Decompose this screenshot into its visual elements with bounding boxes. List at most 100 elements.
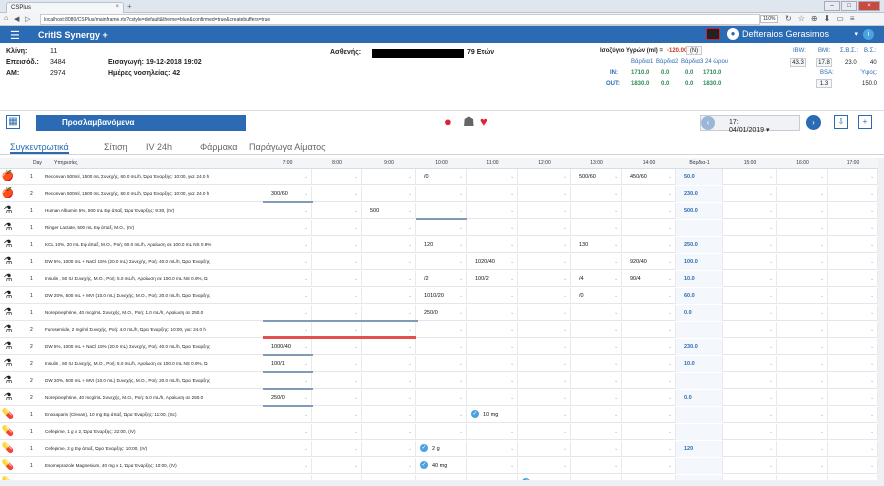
table-row[interactable]: 💊 1 Cefepime, 2 g Εφ άπαξ, Ώρα Έναρξης: 10… [0, 441, 878, 457]
cell-dropdown-icon[interactable]: ⌄ [354, 259, 358, 265]
cell-dropdown-icon[interactable]: ⌄ [668, 361, 672, 367]
cell-dropdown-icon[interactable]: ⌄ [820, 429, 824, 435]
cell-dropdown-icon[interactable]: ⌄ [510, 191, 514, 197]
cell-dropdown-icon[interactable]: ⌄ [870, 293, 874, 299]
cell-dropdown-icon[interactable]: ⌄ [304, 446, 308, 452]
table-row[interactable]: ⚗ 1 DW 20%, 500 mL + MVI (10.0 mL) Συνεχής… [0, 288, 878, 304]
cell-dropdown-icon[interactable]: ⌄ [870, 327, 874, 333]
cell-dropdown-icon[interactable]: ⌄ [408, 327, 412, 333]
table-row[interactable]: 💊 1 Enoxaparin (Clexan), 10 mg Εφ άπαξ, Ώρ… [0, 407, 878, 423]
grid-view-icon[interactable]: ▦ [6, 115, 20, 129]
cell-dropdown-icon[interactable]: ⌄ [304, 276, 308, 282]
cell-dropdown-icon[interactable]: ⌄ [820, 344, 824, 350]
cell-dropdown-icon[interactable]: ⌄ [510, 174, 514, 180]
cell-dropdown-icon[interactable]: ⌄ [563, 191, 567, 197]
url-input[interactable]: localhost:8080/CSPlus/mainframe.rtx?csty… [40, 14, 760, 25]
cell-dropdown-icon[interactable]: ⌄ [354, 208, 358, 214]
cell-dropdown-icon[interactable]: ⌄ [354, 174, 358, 180]
cell-dropdown-icon[interactable]: ⌄ [459, 174, 463, 180]
next-date-icon[interactable]: › [806, 115, 821, 130]
cell-dropdown-icon[interactable]: ⌄ [459, 344, 463, 350]
cell-dropdown-icon[interactable]: ⌄ [668, 463, 672, 469]
table-row[interactable]: ⚗ 1 Human Albumin 5%, 500 mL Εφ άπαξ, Ώρα … [0, 203, 878, 219]
cell-dropdown-icon[interactable]: ⌄ [614, 429, 618, 435]
cell-dropdown-icon[interactable]: ⌄ [354, 378, 358, 384]
cell-dropdown-icon[interactable]: ⌄ [769, 412, 773, 418]
row-prescription[interactable]: Norepinephrine, 40 mcg/mL Συνεχής, M.O.,… [45, 310, 260, 315]
row-prescription[interactable]: Human Albumin 5%, 500 mL Εφ άπαξ, Ώρα Έν… [45, 208, 260, 213]
cell-dropdown-icon[interactable]: ⌄ [870, 378, 874, 384]
cell-dropdown-icon[interactable]: ⌄ [304, 344, 308, 350]
cell-dropdown-icon[interactable]: ⌄ [870, 429, 874, 435]
vertical-scrollbar[interactable] [878, 158, 884, 480]
cell-dropdown-icon[interactable]: ⌄ [510, 344, 514, 350]
cell-dropdown-icon[interactable]: ⌄ [510, 446, 514, 452]
cell-dropdown-icon[interactable]: ⌄ [563, 378, 567, 384]
row-prescription[interactable]: Cefepime, 1 g x 2, Ώρα Έναρξης: 22:00, (… [45, 429, 260, 434]
table-row[interactable]: ⚗ 2 DW 5%, 1000 mL + NaCl 15% (20.0 mL) Συ… [0, 339, 878, 355]
cell-dropdown-icon[interactable]: ⌄ [408, 429, 412, 435]
tab-drugs[interactable]: Φάρμακα [200, 142, 238, 152]
row-prescription[interactable]: Norepinephrine, 40 mcg/mL Συνεχής, M.O.,… [45, 395, 260, 400]
cell-dropdown-icon[interactable]: ⌄ [563, 310, 567, 316]
cell-dropdown-icon[interactable]: ⌄ [408, 378, 412, 384]
cell-dropdown-icon[interactable]: ⌄ [668, 327, 672, 333]
horizontal-scrollbar[interactable] [0, 480, 884, 486]
cell-dropdown-icon[interactable]: ⌄ [769, 378, 773, 384]
cell-dropdown-icon[interactable]: ⌄ [510, 276, 514, 282]
cell-dropdown-icon[interactable]: ⌄ [563, 412, 567, 418]
cell-dropdown-icon[interactable]: ⌄ [510, 327, 514, 333]
table-row[interactable]: ⚗ 2 Insulin , 50 IU Συνεχής, M.O., Ροή: 5.… [0, 356, 878, 372]
cell-dropdown-icon[interactable]: ⌄ [614, 276, 618, 282]
cell-dropdown-icon[interactable]: ⌄ [668, 446, 672, 452]
cell-dropdown-icon[interactable]: ⌄ [668, 412, 672, 418]
cell-dropdown-icon[interactable]: ⌄ [614, 191, 618, 197]
maximize-icon[interactable]: □ [841, 1, 857, 11]
back-icon[interactable]: ◀ [14, 15, 19, 23]
cell-dropdown-icon[interactable]: ⌄ [408, 463, 412, 469]
cell-dropdown-icon[interactable]: ⌄ [769, 293, 773, 299]
new-tab-icon[interactable]: + [127, 2, 132, 11]
cell-dropdown-icon[interactable]: ⌄ [668, 191, 672, 197]
cell-dropdown-icon[interactable]: ⌄ [820, 259, 824, 265]
hour-cell[interactable] [676, 407, 723, 423]
cell-dropdown-icon[interactable]: ⌄ [668, 395, 672, 401]
cell-dropdown-icon[interactable]: ⌄ [820, 412, 824, 418]
cell-dropdown-icon[interactable]: ⌄ [510, 429, 514, 435]
hour-cell[interactable] [676, 458, 723, 474]
row-prescription[interactable]: Enoxaparin (Clexan), 10 mg Εφ άπαξ, Ώρα … [45, 412, 260, 417]
cell-dropdown-icon[interactable]: ⌄ [304, 378, 308, 384]
cell-dropdown-icon[interactable]: ⌄ [769, 310, 773, 316]
cell-dropdown-icon[interactable]: ⌄ [820, 174, 824, 180]
chevron-down-icon[interactable]: ▾ [854, 30, 858, 38]
row-prescription[interactable]: DW 5%, 1000 mL + NaCl 15% (20.0 mL) Συνε… [45, 259, 260, 264]
cell-dropdown-icon[interactable]: ⌄ [408, 225, 412, 231]
cell-dropdown-icon[interactable]: ⌄ [614, 395, 618, 401]
cell-dropdown-icon[interactable]: ⌄ [304, 259, 308, 265]
cell-dropdown-icon[interactable]: ⌄ [668, 344, 672, 350]
row-prescription[interactable]: Cefepime, 2 g Εφ άπαξ, Ώρα Έναρξης: 10:0… [45, 446, 260, 451]
cell-dropdown-icon[interactable]: ⌄ [304, 242, 308, 248]
table-row[interactable]: 💊 1 Esomeprazole Magnesium, 40 mg x 1, Ώρα… [0, 458, 878, 474]
cell-dropdown-icon[interactable]: ⌄ [459, 293, 463, 299]
info-icon[interactable]: i [863, 29, 874, 40]
cell-dropdown-icon[interactable]: ⌄ [563, 327, 567, 333]
cell-dropdown-icon[interactable]: ⌄ [459, 208, 463, 214]
tab-feeding[interactable]: Σίτιση [104, 142, 128, 152]
hour-cell[interactable] [676, 373, 723, 389]
cell-dropdown-icon[interactable]: ⌄ [769, 259, 773, 265]
table-row[interactable]: ⚗ 1 DW 5%, 1000 mL + NaCl 15% (20.0 mL) Συ… [0, 254, 878, 270]
cell-dropdown-icon[interactable]: ⌄ [614, 412, 618, 418]
cell-dropdown-icon[interactable]: ⌄ [408, 310, 412, 316]
cell-dropdown-icon[interactable]: ⌄ [820, 361, 824, 367]
cell-dropdown-icon[interactable]: ⌄ [614, 327, 618, 333]
cell-dropdown-icon[interactable]: ⌄ [459, 327, 463, 333]
tab-iv24h[interactable]: IV 24h [146, 142, 172, 152]
cell-dropdown-icon[interactable]: ⌄ [354, 446, 358, 452]
cell-dropdown-icon[interactable]: ⌄ [614, 446, 618, 452]
cell-dropdown-icon[interactable]: ⌄ [563, 225, 567, 231]
cell-dropdown-icon[interactable]: ⌄ [354, 276, 358, 282]
cell-dropdown-icon[interactable]: ⌄ [820, 276, 824, 282]
cell-dropdown-icon[interactable]: ⌄ [459, 429, 463, 435]
row-prescription[interactable]: Insulin , 50 IU Συνεχής, M.O., Ροή: 5.0 … [45, 361, 260, 366]
